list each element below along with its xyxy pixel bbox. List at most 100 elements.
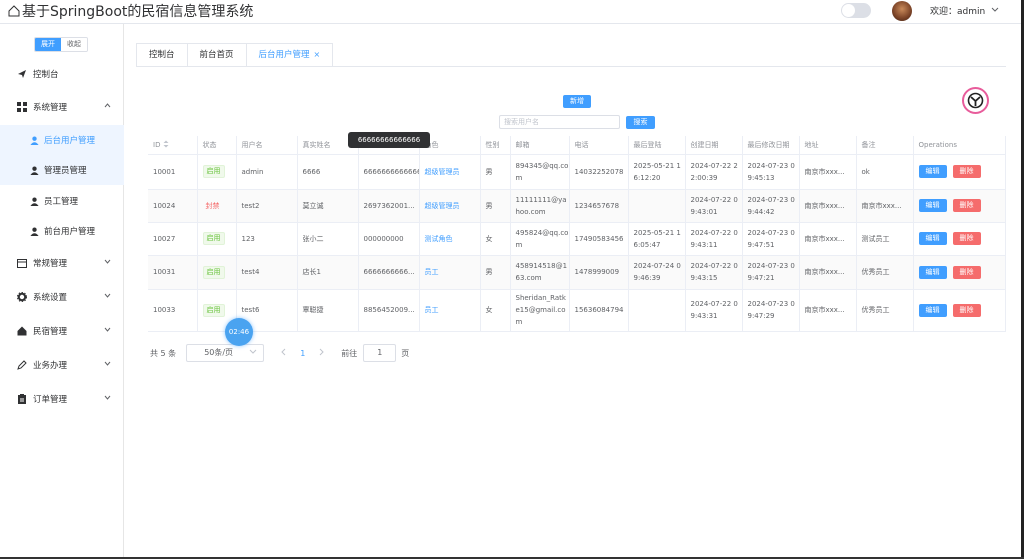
logo-icon[interactable] xyxy=(962,87,989,114)
prev-page-icon[interactable] xyxy=(280,348,286,358)
sidebar-item-orders[interactable]: 订单管理 xyxy=(0,384,124,414)
avatar[interactable] xyxy=(892,1,912,21)
sidebar-item-homestay[interactable]: 民宿管理 xyxy=(0,316,124,346)
next-page-icon[interactable] xyxy=(319,348,325,358)
home-icon xyxy=(8,5,20,17)
sidebar-item-admins[interactable]: 管理员管理 xyxy=(0,155,124,185)
welcome-text: 欢迎：admin xyxy=(930,7,986,17)
cell-created: 2024-07-22 09:43:31 xyxy=(685,289,743,332)
role-link[interactable]: 员工 xyxy=(425,306,439,314)
page-number-current[interactable]: 1 xyxy=(300,349,305,358)
role-link[interactable]: 超级管理员 xyxy=(425,202,460,210)
pagination-total: 共 5 条 xyxy=(150,348,177,358)
tab-divider xyxy=(136,66,1006,67)
cell-email: Sheridan_Ratke15@gmail.com xyxy=(510,289,570,332)
user-icon xyxy=(30,227,39,236)
sidebar-item-general[interactable]: 常规管理 xyxy=(0,248,124,278)
goto-page-input[interactable]: 1 xyxy=(363,344,397,362)
send-icon xyxy=(18,70,26,78)
cell-gender: 男 xyxy=(480,189,511,223)
cell-realname: 张小二 xyxy=(297,222,359,256)
edit-button[interactable]: 编辑 xyxy=(918,303,947,317)
edit-button[interactable]: 编辑 xyxy=(918,232,947,245)
tab-dashboard[interactable]: 控制台 xyxy=(136,43,187,67)
sidebar-item-settings[interactable]: 系统设置 xyxy=(0,282,124,312)
column-header: 电话 xyxy=(569,136,629,155)
cell-password: 6666666666... xyxy=(358,255,420,290)
column-header-id[interactable]: ID xyxy=(148,136,198,155)
cell-operations: 编辑 删除 xyxy=(913,222,1006,256)
sidebar-item-staff[interactable]: 员工管理 xyxy=(0,186,124,216)
delete-button[interactable]: 删除 xyxy=(952,232,981,245)
search-input[interactable]: 搜索用户名 xyxy=(499,115,620,129)
cell-realname: 店长1 xyxy=(297,255,359,290)
sidebar-item-business[interactable]: 业务办理 xyxy=(0,350,124,380)
sidebar-item-label: 后台用户管理 xyxy=(44,136,96,146)
cell-id: 10031 xyxy=(148,255,198,290)
cell-last-login: 2024-07-24 09:46:39 xyxy=(628,255,686,290)
edit-button[interactable]: 编辑 xyxy=(918,199,947,212)
cell-created: 2024-07-22 09:43:15 xyxy=(685,255,743,290)
status-badge: 封禁 xyxy=(205,201,220,210)
table-row: 10024 封禁 test2 莫立诚 2697362001... 超级管理员 男… xyxy=(148,189,1006,223)
collapse-button[interactable]: 收起 xyxy=(61,38,87,51)
column-header: 性别 xyxy=(480,136,511,155)
user-menu[interactable]: 欢迎：admin xyxy=(930,4,999,17)
cell-password: 8856452009... xyxy=(358,289,420,332)
role-link[interactable]: 超级管理员 xyxy=(425,168,460,176)
chevron-up-icon xyxy=(104,103,111,108)
cell-modified: 2024-07-23 09:47:21 xyxy=(742,255,800,290)
role-link[interactable]: 员工 xyxy=(425,268,439,276)
sidebar-item-label: 系统设置 xyxy=(33,293,68,303)
cell-phone: 15636084794 xyxy=(569,289,629,332)
sidebar-item-label: 常规管理 xyxy=(33,259,68,269)
expand-button[interactable]: 展开 xyxy=(35,38,61,51)
add-button[interactable]: 新增 xyxy=(563,95,591,108)
sidebar-item-frontend-users[interactable]: 前台用户管理 xyxy=(0,216,124,246)
app-title-text: 基于SpringBoot的民宿信息管理系统 xyxy=(22,4,254,20)
user-icon xyxy=(30,197,39,206)
app-title: 基于SpringBoot的民宿信息管理系统 xyxy=(8,1,253,21)
delete-button[interactable]: 删除 xyxy=(952,303,981,317)
cell-remark: 南京市xxx... xyxy=(856,189,914,223)
tab-label: 控制台 xyxy=(149,50,175,60)
cell-phone: 17490583456 xyxy=(569,222,629,256)
edit-button[interactable]: 编辑 xyxy=(918,165,947,178)
sidebar-item-dashboard[interactable]: 控制台 xyxy=(0,59,124,89)
cell-password: 2697362001... xyxy=(358,189,420,223)
sidebar-item-backend-users[interactable]: 后台用户管理 xyxy=(0,125,124,155)
status-badge: 启用 xyxy=(202,232,225,245)
home-icon xyxy=(17,326,27,336)
cell-address: 南京市xxx... xyxy=(799,255,857,290)
cell-last-login: 2025-05-21 16:05:47 xyxy=(628,222,686,256)
role-link[interactable]: 测试角色 xyxy=(425,235,453,243)
cell-phone: 1234657678 xyxy=(569,189,629,223)
close-icon[interactable]: × xyxy=(314,50,321,59)
goto-label: 前往 xyxy=(341,348,358,358)
delete-button[interactable]: 删除 xyxy=(952,165,981,178)
sidebar-item-label: 系统管理 xyxy=(33,103,68,113)
cell-role: 员工 xyxy=(419,255,481,290)
floating-timer-button[interactable]: 02:46 xyxy=(225,318,253,346)
search-button[interactable]: 搜索 xyxy=(626,116,655,129)
delete-button[interactable]: 删除 xyxy=(952,199,981,212)
delete-button[interactable]: 删除 xyxy=(952,265,981,279)
column-header: 备注 xyxy=(856,136,914,155)
theme-toggle[interactable] xyxy=(841,3,871,18)
cell-modified: 2024-07-23 09:45:13 xyxy=(742,154,800,190)
sort-icon[interactable] xyxy=(163,140,169,148)
sidebar-item-label: 控制台 xyxy=(33,70,59,80)
tab-backend-users[interactable]: 后台用户管理 × xyxy=(245,43,334,67)
status-badge: 启用 xyxy=(202,303,225,317)
edit-icon xyxy=(17,360,27,370)
tab-frontend-home[interactable]: 前台首页 xyxy=(186,43,246,67)
sidebar-item-system-management[interactable]: 系统管理 xyxy=(0,92,124,122)
table-row: 10033 启用 test6 覃聪捷 8856452009... 员工 女 Sh… xyxy=(148,289,1006,332)
cell-password: 66666666666666 xyxy=(358,154,420,190)
page-size-select[interactable]: 50条/页 xyxy=(186,344,265,362)
cell-gender: 男 xyxy=(480,154,511,190)
edit-button[interactable]: 编辑 xyxy=(918,265,947,279)
goto-suffix: 页 xyxy=(401,348,410,358)
cell-role: 测试角色 xyxy=(419,222,481,256)
cell-id: 10027 xyxy=(148,222,198,256)
